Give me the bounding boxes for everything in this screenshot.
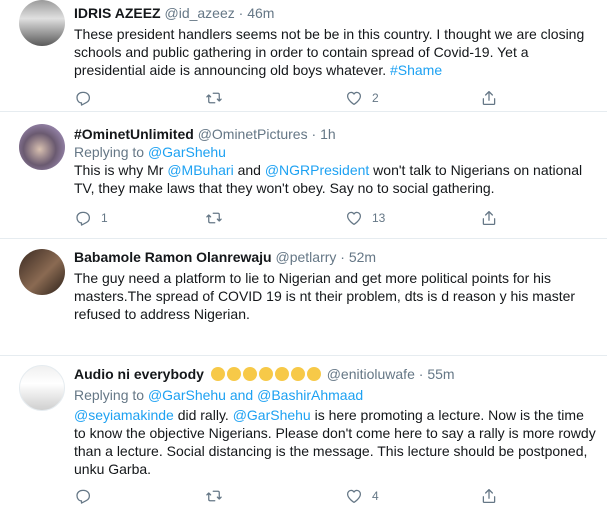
tweet-feed: IDRIS AZEEZ @id_azeez · 46m These presid… [0, 0, 607, 512]
like-icon [346, 211, 362, 226]
like-icon [346, 489, 362, 504]
retweet-icon [206, 490, 222, 502]
tweet-text: This is why Mr @MBuhari and @NGRPresiden… [74, 161, 597, 197]
share-button[interactable] [480, 88, 498, 108]
avatar[interactable] [19, 365, 65, 411]
retweet-button[interactable] [205, 88, 232, 108]
share-button[interactable] [480, 486, 498, 506]
tweet-text-body: These president handlers seems not be be… [74, 26, 585, 78]
timestamp[interactable]: 55m [427, 366, 454, 382]
tweet-text: @seyiamakinde did rally. @GarShehu is he… [74, 406, 597, 478]
share-button[interactable] [480, 208, 498, 228]
tweet-text-segment: did rally. [173, 407, 233, 423]
tweet-header: Babamole Ramon Olanrewaju @petlarry · 52… [74, 248, 597, 266]
avatar[interactable] [19, 124, 65, 170]
reply-mention-link[interactable]: @GarShehu [148, 144, 226, 160]
like-count: 13 [372, 211, 386, 225]
rofl-emoji-icon [306, 367, 321, 381]
tweet-actions: 2 [74, 88, 524, 108]
separator: · [311, 126, 317, 142]
mention-link[interactable]: @MBuhari [167, 162, 233, 178]
reply-button[interactable] [74, 486, 101, 506]
reply-button[interactable]: 1 [74, 208, 108, 228]
like-icon [346, 91, 362, 106]
share-icon [482, 488, 496, 504]
reply-icon [76, 91, 91, 106]
hashtag-link[interactable]: #Shame [390, 62, 442, 78]
separator: · [238, 5, 244, 21]
share-icon [482, 210, 496, 226]
tweet-actions: 1 13 [74, 208, 524, 228]
sweat-smile-emoji-icon [274, 367, 289, 381]
replying-to: Replying to @GarShehu [74, 143, 597, 161]
author-handle[interactable]: @petlarry [276, 249, 337, 265]
author-name[interactable]: Babamole Ramon Olanrewaju [74, 249, 272, 265]
timestamp[interactable]: 52m [349, 249, 376, 265]
tweet-actions: 4 [74, 486, 524, 506]
mention-link[interactable]: @seyiamakinde [74, 407, 174, 423]
grin-emoji-icon [258, 367, 273, 381]
retweet-icon [206, 212, 222, 224]
grin-emoji-icon [226, 367, 241, 381]
avatar[interactable] [19, 249, 65, 295]
tweet-text: These president handlers seems not be be… [74, 25, 597, 79]
tears-of-joy-emoji-icon [290, 367, 305, 381]
replying-to-label: Replying to [74, 144, 148, 160]
tweet-header: Audio ni everybody @enitioluwafe · 55m [74, 365, 597, 383]
reply-mention-link[interactable]: @GarShehu and @BashirAhmaad [148, 387, 363, 403]
avatar[interactable] [19, 0, 65, 46]
author-handle[interactable]: @OminetPictures [198, 126, 308, 142]
mention-link[interactable]: @GarShehu [233, 407, 311, 423]
separator: · [418, 366, 424, 382]
like-count: 4 [372, 489, 379, 503]
author-name[interactable]: Audio ni everybody [74, 366, 204, 382]
emoji-group [210, 365, 323, 383]
author-name[interactable]: #OminetUnlimited [74, 126, 194, 142]
author-name[interactable]: IDRIS AZEEZ [74, 5, 161, 21]
separator: · [340, 249, 345, 265]
like-button[interactable]: 2 [345, 88, 379, 108]
timestamp[interactable]: 46m [247, 5, 274, 21]
tweet-header: IDRIS AZEEZ @id_azeez · 46m [74, 4, 597, 22]
reply-icon [76, 489, 91, 504]
retweet-button[interactable] [205, 486, 232, 506]
tweet[interactable]: Audio ni everybody @enitioluwafe · 55m R… [0, 356, 607, 512]
author-handle[interactable]: @enitioluwafe [327, 366, 415, 382]
mention-link[interactable]: @NGRPresident [265, 162, 369, 178]
tweet[interactable]: IDRIS AZEEZ @id_azeez · 46m These presid… [0, 0, 607, 112]
retweet-icon [206, 92, 222, 104]
like-count: 2 [372, 91, 379, 105]
like-button[interactable]: 4 [345, 486, 379, 506]
tweet[interactable]: Babamole Ramon Olanrewaju @petlarry · 52… [0, 239, 607, 356]
timestamp[interactable]: 1h [320, 126, 336, 142]
tweet[interactable]: #OminetUnlimited @OminetPictures · 1h Re… [0, 112, 607, 239]
tweet-text-segment: This is why Mr [74, 162, 168, 178]
smile-emoji-icon [242, 367, 257, 381]
like-button[interactable]: 13 [345, 208, 385, 228]
share-icon [482, 90, 496, 106]
tweet-text-segment: and [233, 162, 265, 178]
replying-to-label: Replying to [74, 387, 148, 403]
retweet-button[interactable] [205, 208, 232, 228]
smile-emoji-icon [210, 367, 225, 381]
replying-to: Replying to @GarShehu and @BashirAhmaad [74, 386, 597, 404]
tweet-header: #OminetUnlimited @OminetPictures · 1h [74, 125, 597, 143]
author-handle[interactable]: @id_azeez [165, 5, 235, 21]
reply-button[interactable] [74, 88, 101, 108]
reply-count: 1 [101, 211, 108, 225]
reply-icon [76, 211, 91, 226]
tweet-text: The guy need a platform to lie to Nigeri… [74, 270, 576, 322]
